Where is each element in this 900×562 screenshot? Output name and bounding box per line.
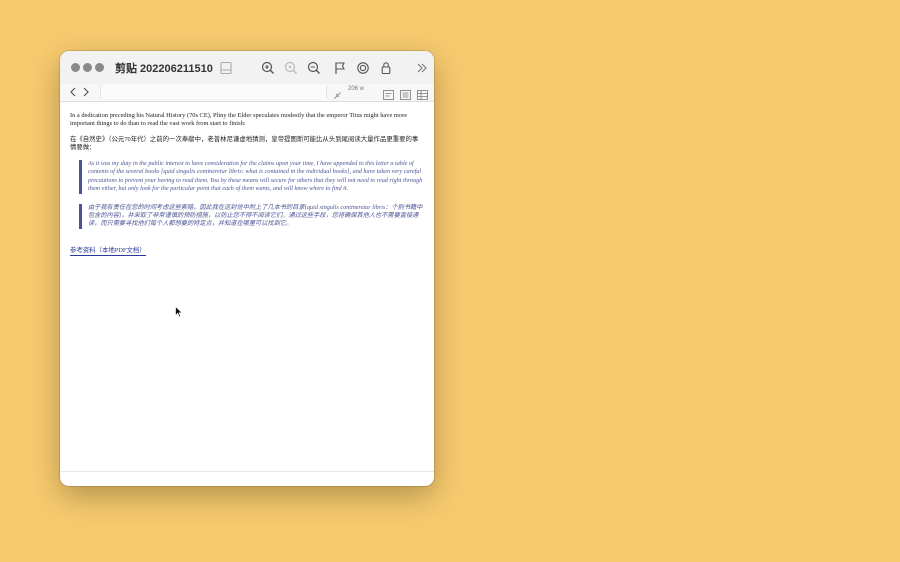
target-icon[interactable] [355, 60, 371, 76]
window-title: 剪贴 202206211510 [115, 63, 213, 75]
lock-icon[interactable] [378, 60, 394, 76]
path-field[interactable] [100, 85, 327, 99]
flag-icon[interactable] [332, 60, 348, 76]
zoom-in-icon[interactable] [260, 60, 276, 76]
quote-chinese: 由于我有责任在您的时间考虑这些索赔，因此我在这封信中附上了几本书的目录[quid… [79, 203, 424, 229]
quote-english: As it was my duty in the public interest… [79, 160, 424, 194]
more-chevrons-icon[interactable] [414, 60, 430, 76]
close-window-button[interactable] [71, 63, 80, 72]
title-bar[interactable]: 剪贴 202206211510 [60, 51, 434, 85]
mouse-cursor-icon [175, 306, 183, 318]
status-divider [60, 471, 434, 472]
minimize-window-button[interactable] [83, 63, 92, 72]
zoom-fit-icon[interactable] [283, 60, 299, 76]
reference-link[interactable]: 参考资料（本地PDF文档） [70, 247, 146, 256]
word-count: 206 w [348, 86, 365, 92]
view-mode-icon[interactable] [383, 87, 394, 100]
sidebar-icon[interactable] [218, 60, 234, 76]
outline-view-icon[interactable] [400, 87, 411, 100]
navigation-bar: 206 w [60, 84, 434, 102]
editor-window: 剪贴 202206211510 206 w In a dedication pr… [60, 51, 434, 486]
pin-icon [333, 87, 342, 99]
intro-chinese: 在《自然史》（公元70年代）之前的一次奉献中，老普林尼谦虚地猜测，皇帝提图斯可能… [70, 136, 419, 151]
back-arrow-icon[interactable] [67, 85, 79, 99]
zoom-out-icon[interactable] [306, 60, 322, 76]
grid-view-icon[interactable] [417, 87, 428, 100]
zoom-window-button[interactable] [95, 63, 104, 72]
forward-arrow-icon[interactable] [80, 85, 92, 99]
intro-english: In a dedication preceding his Natural Hi… [70, 112, 408, 127]
document-body[interactable]: In a dedication preceding his Natural Hi… [70, 112, 424, 257]
